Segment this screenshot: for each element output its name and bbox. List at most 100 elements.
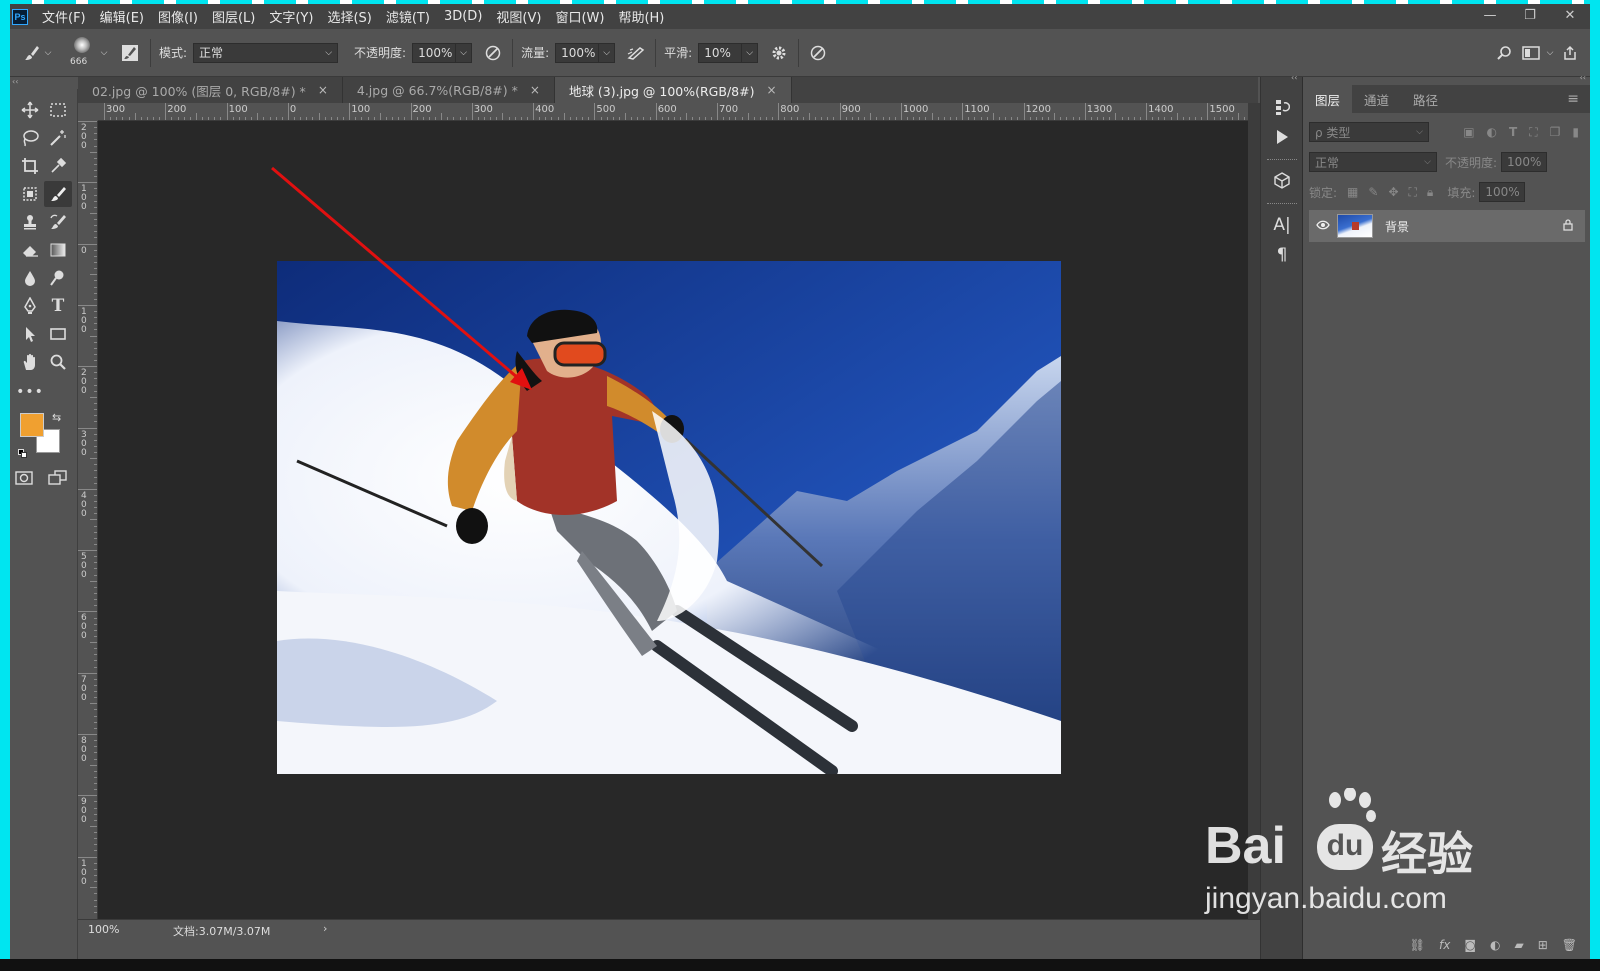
menu-filter[interactable]: 滤镜(T): [386, 7, 430, 26]
brush-tool-icon[interactable]: [44, 181, 72, 207]
character-icon[interactable]: A|: [1270, 213, 1294, 237]
hand-tool-icon[interactable]: [16, 349, 44, 375]
trash-icon[interactable]: 🗑︎: [1562, 938, 1577, 952]
filter-pixel-icon[interactable]: ▣: [1463, 125, 1474, 139]
history-icon[interactable]: [1270, 95, 1294, 119]
menu-3d[interactable]: 3D(D): [444, 9, 482, 24]
chevron-down-icon[interactable]: ⌵: [42, 48, 54, 58]
opacity-dropdown[interactable]: ⌵: [456, 42, 473, 63]
gradient-tool-icon[interactable]: [44, 237, 72, 263]
blur-tool-icon[interactable]: [16, 265, 44, 291]
close-icon[interactable]: ×: [766, 83, 776, 97]
move-tool-icon[interactable]: [16, 97, 44, 123]
filter-type-icon[interactable]: T: [1509, 125, 1517, 139]
tab-layers[interactable]: 图层: [1303, 85, 1353, 113]
layer-row-background[interactable]: 背景: [1309, 210, 1585, 242]
zoom-level[interactable]: 100%: [88, 923, 119, 936]
filter-adjust-icon[interactable]: ◐: [1487, 125, 1497, 139]
collapse-icon[interactable]: ‹‹: [1291, 73, 1297, 82]
tab-paths[interactable]: 路径: [1401, 85, 1450, 113]
path-select-icon[interactable]: [16, 321, 44, 347]
share-icon[interactable]: [1556, 45, 1584, 61]
pressure-size-icon[interactable]: [807, 44, 829, 62]
menu-type[interactable]: 文字(Y): [269, 7, 313, 26]
lock-pixels-icon[interactable]: ✎: [1368, 185, 1378, 199]
chevron-down-icon[interactable]: ⌵: [1544, 48, 1556, 58]
filter-toggle-icon[interactable]: ▮: [1572, 125, 1579, 139]
airbrush-icon[interactable]: [625, 44, 647, 62]
menu-window[interactable]: 窗口(W): [555, 7, 604, 26]
pen-tool-icon[interactable]: [16, 293, 44, 319]
opacity-input[interactable]: 100%: [412, 42, 457, 63]
collapse-icon[interactable]: ‹‹: [1580, 73, 1586, 82]
menu-file[interactable]: 文件(F): [42, 7, 86, 26]
marquee-tool-icon[interactable]: [44, 97, 72, 123]
type-tool-icon[interactable]: T: [44, 293, 72, 319]
menu-image[interactable]: 图像(I): [158, 7, 198, 26]
close-button[interactable]: ✕: [1550, 4, 1590, 26]
tab-02-jpg[interactable]: 02.jpg @ 100% (图层 0, RGB/8#) * ×: [78, 77, 343, 103]
more-tools-icon[interactable]: •••: [16, 379, 44, 405]
tab-4-jpg[interactable]: 4.jpg @ 66.7%(RGB/8#) * ×: [342, 77, 555, 103]
new-group-icon[interactable]: ▰: [1514, 938, 1523, 952]
adjustment-layer-icon[interactable]: ◐: [1490, 938, 1500, 952]
status-menu-icon[interactable]: ›: [323, 922, 327, 935]
crop-tool-icon[interactable]: [16, 153, 44, 179]
foreground-color-swatch[interactable]: [20, 413, 44, 437]
eraser-tool-icon[interactable]: [16, 237, 44, 263]
lock-all-icon[interactable]: 🔒︎: [1427, 185, 1433, 200]
quick-mask-icon[interactable]: [10, 465, 38, 491]
close-icon[interactable]: ×: [530, 83, 540, 97]
lasso-tool-icon[interactable]: [16, 125, 44, 151]
flow-input[interactable]: 100%: [555, 42, 600, 63]
tab-earth-jpg[interactable]: 地球 (3).jpg @ 100%(RGB/8#) ×: [554, 77, 792, 103]
smoothing-dropdown[interactable]: ⌵: [742, 42, 759, 63]
gear-icon[interactable]: [768, 45, 790, 61]
swap-colors-icon[interactable]: ⇆: [52, 411, 61, 424]
lock-artboard-icon[interactable]: ⛶: [1409, 185, 1417, 200]
layer-opacity-input[interactable]: 100%: [1501, 152, 1548, 172]
menu-view[interactable]: 视图(V): [496, 7, 541, 26]
flow-dropdown[interactable]: ⌵: [599, 42, 616, 63]
default-colors-icon[interactable]: [18, 449, 27, 458]
restore-button[interactable]: ❐: [1510, 4, 1550, 26]
minimize-button[interactable]: —: [1470, 4, 1510, 26]
close-icon[interactable]: ×: [318, 83, 328, 97]
menu-help[interactable]: 帮助(H): [618, 7, 664, 26]
eyedropper-icon[interactable]: [44, 153, 72, 179]
dodge-tool-icon[interactable]: [44, 265, 72, 291]
mode-select[interactable]: 正常 ⌵: [193, 42, 339, 63]
collapse-icon[interactable]: ‹‹: [10, 77, 78, 87]
pressure-opacity-icon[interactable]: [482, 44, 504, 62]
panel-menu-icon[interactable]: ≡: [1555, 85, 1590, 113]
link-layers-icon[interactable]: ⛓: [1410, 938, 1425, 952]
history-brush-icon[interactable]: [44, 209, 72, 235]
tab-channels[interactable]: 通道: [1352, 85, 1401, 113]
screen-mode-icon[interactable]: [44, 465, 72, 491]
new-layer-icon[interactable]: ⊞: [1538, 938, 1548, 952]
brush-panel-icon[interactable]: [118, 44, 142, 62]
fx-icon[interactable]: fx: [1439, 938, 1450, 952]
filter-shape-icon[interactable]: ⛶: [1529, 125, 1537, 140]
menu-layer[interactable]: 图层(L): [212, 7, 255, 26]
eye-icon[interactable]: [1309, 219, 1337, 233]
blend-mode-select[interactable]: 正常 ⌵: [1309, 152, 1437, 172]
3d-icon[interactable]: [1270, 169, 1294, 193]
zoom-tool-icon[interactable]: [44, 349, 72, 375]
play-icon[interactable]: [1270, 125, 1294, 149]
magic-wand-icon[interactable]: [44, 125, 72, 151]
smoothing-input[interactable]: 10%: [698, 42, 743, 63]
fill-input[interactable]: 100%: [1479, 182, 1526, 202]
brush-size-picker[interactable]: 666: [68, 33, 98, 73]
paragraph-icon[interactable]: ¶: [1270, 243, 1294, 267]
menu-edit[interactable]: 编辑(E): [100, 7, 144, 26]
brush-preset-icon[interactable]: [22, 44, 42, 62]
search-icon[interactable]: [1490, 45, 1518, 61]
menu-select[interactable]: 选择(S): [327, 7, 371, 26]
stamp-tool-icon[interactable]: [16, 209, 44, 235]
add-mask-icon[interactable]: ◙: [1464, 938, 1476, 952]
lock-position-icon[interactable]: ✥: [1388, 185, 1398, 199]
layer-filter-select[interactable]: ρ 类型 ⌵: [1309, 122, 1429, 142]
workspace-icon[interactable]: [1518, 45, 1544, 60]
chevron-down-icon[interactable]: ⌵: [98, 48, 110, 58]
